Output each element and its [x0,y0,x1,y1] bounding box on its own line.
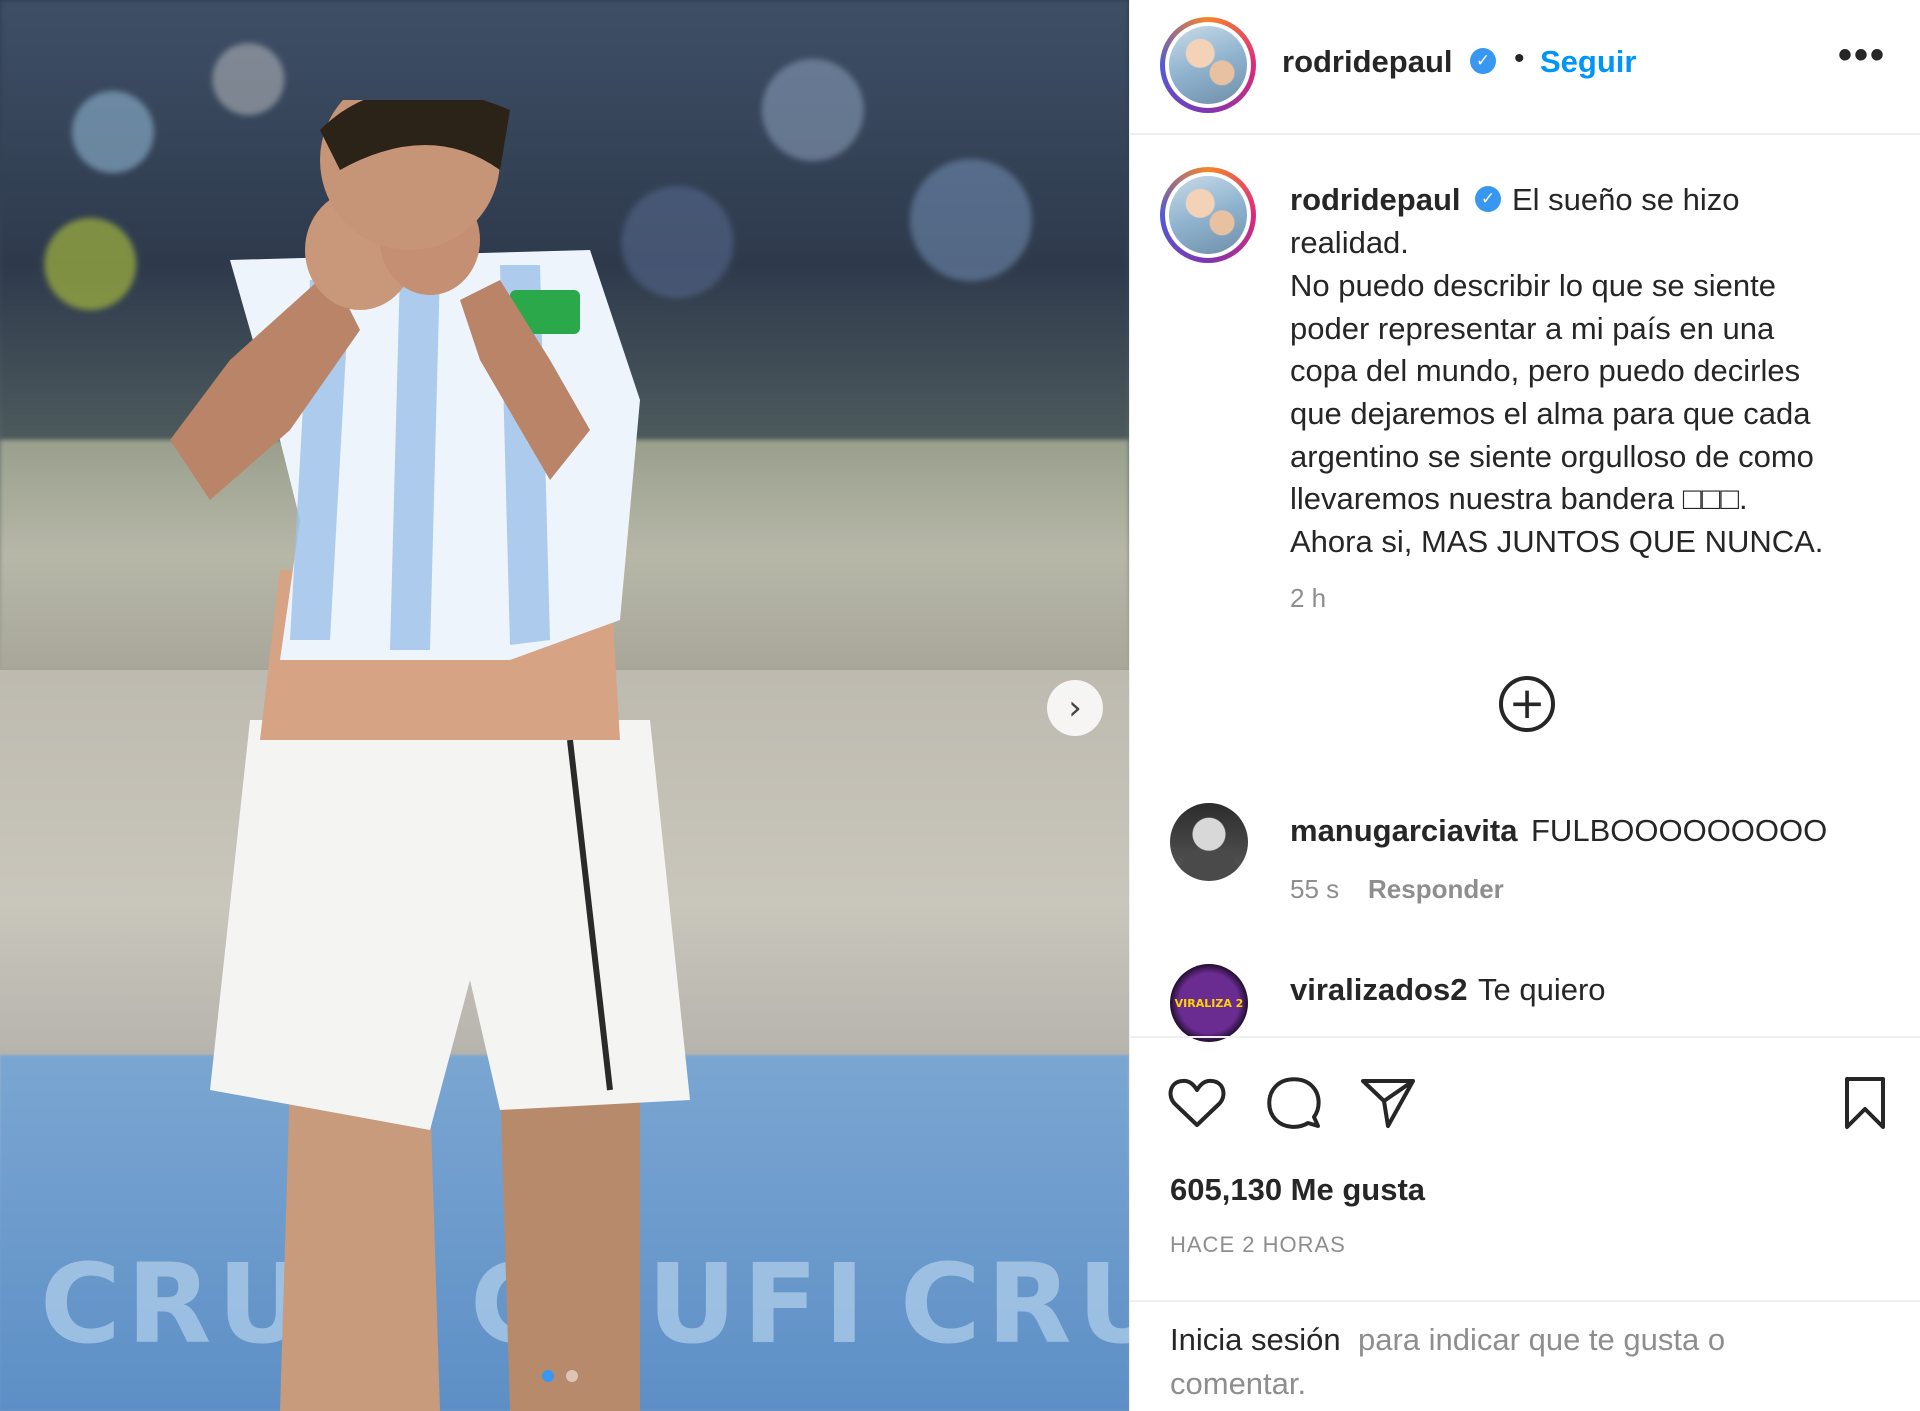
player-figure [170,100,690,1411]
more-options-icon[interactable]: ••• [1838,33,1886,78]
login-divider [1129,1300,1920,1302]
verified-badge-icon: ✓ [1470,48,1496,74]
caption-avatar[interactable] [1160,167,1256,263]
share-icon[interactable] [1360,1077,1416,1129]
caption-text: copa del mundo, pero puedo decirles [1290,353,1801,388]
login-link[interactable]: Inicia sesión [1170,1322,1341,1358]
caption-text: llevaremos nuestra bandera □□□. [1290,481,1748,516]
like-count[interactable]: 605,130 Me gusta [1170,1172,1425,1208]
carousel-dot-active [542,1370,554,1382]
verified-badge-icon: ✓ [1475,186,1501,212]
caption-timestamp[interactable]: 2 h [1290,583,1326,614]
login-prompt-text: para indicar que te gusta o [1358,1322,1726,1357]
carousel-dot [566,1370,578,1382]
separator-dot: • [1514,42,1525,75]
post-photo[interactable]: CRUFI CRUFI CRUFI › [0,0,1129,1411]
caption-text: argentino se siente orgulloso de como [1290,439,1814,474]
caption-text: poder representar a mi país en una [1290,311,1775,346]
carousel-next-button[interactable]: › [1047,680,1103,736]
board-text: CRUFI [900,1240,1129,1368]
post-timestamp[interactable]: HACE 2 HORAS [1170,1232,1346,1258]
comment-avatar[interactable]: VIRALIZA 2 [1170,964,1248,1042]
caption-text: No puedo describir lo que se siente [1290,268,1776,303]
comment-username[interactable]: manugarciavita [1290,813,1517,849]
caption-text: El sueño se hizo [1512,182,1740,217]
carousel-dots [542,1370,578,1382]
caption-text: Ahora si, MAS JUNTOS QUE NUNCA. [1290,524,1824,559]
comment-text: FULBOOOOOOOOO [1531,813,1828,848]
caption-text: que dejaremos el alma para que cada [1290,396,1811,431]
actions-divider [1129,1036,1920,1038]
author-avatar[interactable] [1160,17,1256,113]
caption-text: realidad. [1290,225,1409,260]
author-username[interactable]: rodridepaul [1282,44,1453,80]
comment-timestamp[interactable]: 55 s [1290,874,1339,905]
reply-button[interactable]: Responder [1368,874,1504,905]
caption-username[interactable]: rodridepaul [1290,182,1461,218]
follow-button[interactable]: Seguir [1540,44,1636,80]
bookmark-icon[interactable] [1843,1075,1887,1131]
heart-icon[interactable] [1168,1077,1226,1129]
comment-avatar[interactable] [1170,803,1248,881]
comment-icon[interactable] [1266,1075,1322,1131]
login-prompt-text: comentar. [1170,1366,1307,1401]
comment-username[interactable]: viralizados2 [1290,972,1467,1008]
load-more-comments-button[interactable]: + [1499,676,1555,732]
comment-text: Te quiero [1478,972,1606,1007]
